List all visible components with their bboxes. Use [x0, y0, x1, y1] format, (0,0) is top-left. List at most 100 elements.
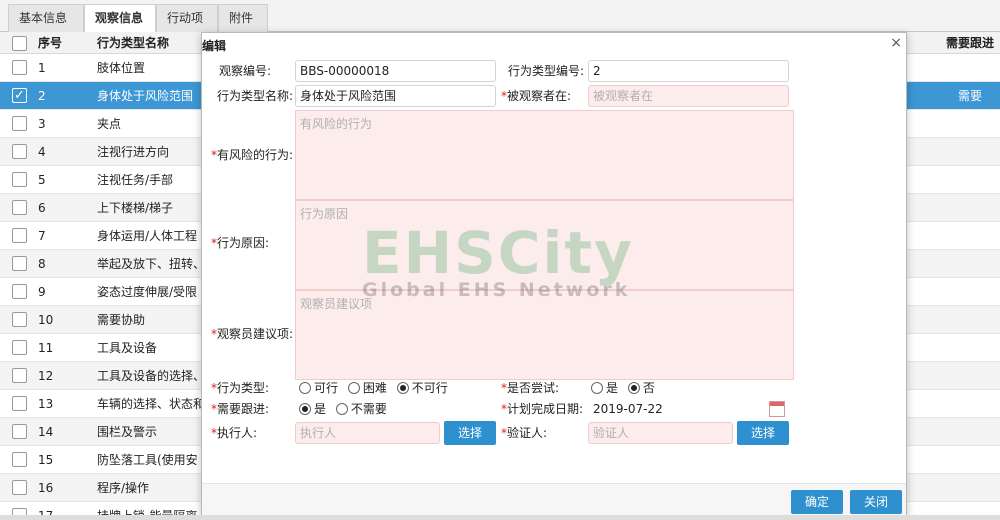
behavior-type-label: *行为类型: — [211, 381, 270, 395]
calendar-icon[interactable] — [769, 401, 785, 417]
row-need-followup — [940, 166, 1000, 194]
row-number: 16 — [38, 481, 54, 495]
obs-no-label: 观察编号: — [219, 64, 272, 78]
plan-date-label: *计划完成日期: — [501, 402, 584, 416]
row-behavior-name: 身体运用/人体工程 — [97, 229, 198, 243]
row-behavior-name: 车辆的选择、状态和 — [97, 397, 201, 411]
tab-bar: 基本信息 观察信息 行动项 附件 — [0, 0, 1000, 33]
row-number: 10 — [38, 313, 54, 327]
row-checkbox[interactable] — [12, 60, 27, 75]
row-checkbox[interactable] — [12, 200, 27, 215]
risky-behavior-textarea[interactable]: 有风险的行为 — [295, 110, 794, 200]
row-checkbox-checked[interactable]: ✓ — [12, 88, 27, 103]
row-checkbox[interactable] — [12, 256, 27, 271]
row-checkbox[interactable] — [12, 340, 27, 355]
row-checkbox[interactable] — [12, 312, 27, 327]
row-behavior-name: 工具及设备 — [97, 341, 158, 355]
row-behavior-name: 姿态过度伸展/受限 — [97, 285, 198, 299]
row-number: 1 — [38, 61, 46, 75]
close-button[interactable]: 关闭 — [850, 490, 902, 514]
row-number: 12 — [38, 369, 54, 383]
row-checkbox[interactable] — [12, 368, 27, 383]
close-icon[interactable]: × — [890, 35, 902, 51]
row-number: 3 — [38, 117, 46, 131]
dialog-footer: 确定 关闭 — [202, 483, 906, 519]
tab-attachments[interactable]: 附件 — [218, 4, 268, 32]
reason-textarea[interactable]: 行为原因 — [295, 200, 794, 290]
row-behavior-name: 夹点 — [97, 117, 122, 131]
row-behavior-name: 程序/操作 — [97, 481, 150, 495]
radio-follow-yes[interactable]: 是 — [299, 402, 326, 416]
row-checkbox[interactable] — [12, 284, 27, 299]
row-behavior-name: 举起及放下、扭转、 — [97, 257, 201, 271]
row-number: 6 — [38, 201, 46, 215]
row-need-followup — [940, 390, 1000, 418]
executor-label: *执行人: — [211, 426, 258, 440]
radio-selected-icon — [627, 382, 640, 394]
row-behavior-name: 注视任务/手部 — [97, 173, 174, 187]
horizontal-scrollbar[interactable] — [0, 515, 1000, 520]
row-need-followup — [940, 306, 1000, 334]
header-no: 序号 — [38, 36, 63, 50]
verifier-select-button[interactable]: 选择 — [737, 421, 789, 445]
radio-icon — [347, 382, 360, 394]
tab-basic-info[interactable]: 基本信息 — [8, 4, 84, 32]
row-need-followup — [940, 418, 1000, 446]
executor-select-button[interactable]: 选择 — [444, 421, 496, 445]
row-checkbox[interactable] — [12, 172, 27, 187]
row-need-followup — [940, 54, 1000, 82]
tab-observation-info[interactable]: 观察信息 — [84, 4, 156, 33]
radio-icon — [299, 382, 311, 394]
suggestion-textarea[interactable]: 观察员建议项 — [295, 290, 794, 380]
type-no-field[interactable]: 2 — [588, 60, 789, 82]
verifier-field[interactable]: 验证人 — [588, 422, 733, 444]
observed-label: *被观察者在: — [501, 89, 572, 103]
row-number: 2 — [38, 89, 46, 103]
radio-follow-no[interactable]: 不需要 — [335, 402, 387, 416]
obs-no-field[interactable]: BBS-00000018 — [295, 60, 496, 82]
row-need-followup — [940, 278, 1000, 306]
row-number: 11 — [38, 341, 54, 355]
confirm-button[interactable]: 确定 — [791, 490, 843, 514]
radio-infeasible[interactable]: 不可行 — [396, 381, 448, 395]
row-number: 9 — [38, 285, 46, 299]
executor-field[interactable]: 执行人 — [295, 422, 440, 444]
row-number: 7 — [38, 229, 46, 243]
header-name: 行为类型名称 — [97, 36, 170, 50]
row-checkbox[interactable] — [12, 480, 27, 495]
row-number: 14 — [38, 425, 54, 439]
row-checkbox[interactable] — [12, 228, 27, 243]
row-need-followup — [940, 446, 1000, 474]
tried-label: *是否尝试: — [501, 381, 560, 395]
row-behavior-name: 注视行进方向 — [97, 145, 170, 159]
tab-action-items[interactable]: 行动项 — [156, 4, 218, 32]
radio-tried-yes[interactable]: 是 — [591, 381, 618, 395]
row-checkbox[interactable] — [12, 144, 27, 159]
behavior-type-radio-group: 可行 困难 不可行 — [299, 377, 454, 399]
row-number: 13 — [38, 397, 54, 411]
row-checkbox[interactable] — [12, 116, 27, 131]
type-name-field[interactable]: 身体处于风险范围 — [295, 85, 496, 107]
radio-selected-icon — [299, 403, 311, 415]
page: 基本信息 观察信息 行动项 附件 序号 行为类型名称 需要跟进 1 肢体位置 ✓ 2 身… — [0, 0, 1000, 520]
row-behavior-name: 需要协助 — [97, 313, 146, 327]
row-checkbox[interactable] — [12, 452, 27, 467]
plan-date-field[interactable]: 2019-07-22 — [588, 398, 789, 420]
row-checkbox[interactable] — [12, 424, 27, 439]
edit-dialog: 编辑 × 观察编号: BBS-00000018 行为类型编号: 2 行为类型名称… — [201, 32, 907, 519]
select-all-checkbox[interactable] — [12, 36, 27, 51]
tried-radio-group: 是 否 — [591, 377, 661, 399]
type-name-label: 行为类型名称: — [217, 89, 294, 103]
row-checkbox[interactable] — [12, 396, 27, 411]
radio-tried-no[interactable]: 否 — [627, 381, 655, 395]
radio-difficult[interactable]: 困难 — [347, 381, 387, 395]
row-behavior-name: 工具及设备的选择、 — [97, 369, 201, 383]
observed-field[interactable]: 被观察者在 — [588, 85, 789, 107]
follow-up-radio-group: 是 不需要 — [299, 398, 393, 420]
row-number: 15 — [38, 453, 54, 467]
row-need-followup — [940, 250, 1000, 278]
row-behavior-name: 身体处于风险范围 — [97, 89, 194, 103]
radio-feasible[interactable]: 可行 — [299, 381, 338, 395]
radio-selected-icon — [396, 382, 409, 394]
follow-up-label: *需要跟进: — [211, 402, 270, 416]
